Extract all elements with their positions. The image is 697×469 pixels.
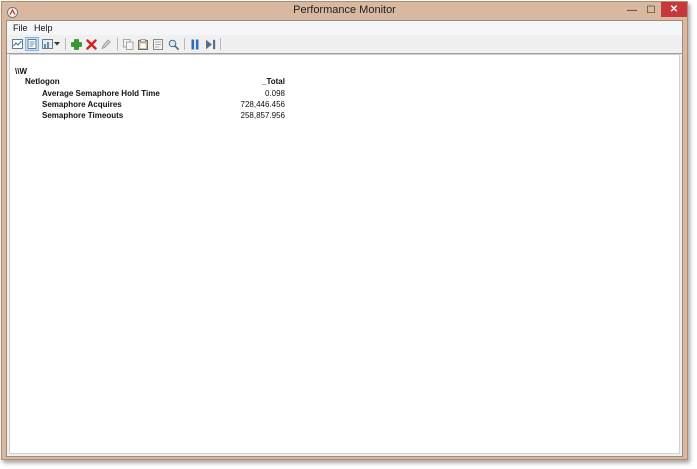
counter-name[interactable]: Semaphore Timeouts (42, 111, 123, 120)
highlight-icon[interactable] (99, 37, 113, 51)
counter-name[interactable]: Semaphore Acquires (42, 100, 122, 109)
client-area: File Help \\W Netlogon _Total Average Se… (6, 20, 683, 457)
report-view: \\W Netlogon _Total Average Semaphore Ho… (9, 54, 680, 454)
copy-properties-icon[interactable] (121, 37, 135, 51)
counter-name[interactable]: Average Semaphore Hold Time (42, 89, 160, 98)
view-graph-icon[interactable] (10, 37, 24, 51)
performance-monitor-window: Performance Monitor — ☐ ✕ File Help \\W … (1, 1, 688, 460)
counter-object-name: Netlogon (25, 77, 60, 86)
maximize-button[interactable]: ☐ (643, 3, 659, 18)
toolbar-separator (220, 38, 221, 50)
toolbar-separator (65, 38, 66, 50)
menu-file[interactable]: File (13, 23, 28, 33)
minimize-button[interactable]: — (624, 3, 640, 18)
paste-counter-list-icon[interactable] (136, 37, 150, 51)
counter-value: 0.098 (264, 89, 285, 98)
zoom-icon[interactable] (166, 37, 180, 51)
counter-value: 258,857.956 (240, 111, 286, 120)
properties-icon[interactable] (151, 37, 165, 51)
menu-help[interactable]: Help (34, 23, 53, 33)
update-data-icon[interactable] (203, 37, 217, 51)
toolbar-separator (117, 38, 118, 50)
delete-counter-icon[interactable] (84, 37, 98, 51)
window-title: Performance Monitor (293, 4, 396, 16)
chevron-down-icon[interactable] (53, 37, 61, 51)
view-report-icon[interactable] (25, 37, 39, 51)
computer-name: \\W (15, 67, 27, 76)
change-graph-type-icon[interactable] (40, 37, 54, 51)
instance-header: _Total (262, 77, 285, 86)
close-button[interactable]: ✕ (661, 2, 687, 17)
toolbar (7, 35, 682, 54)
counter-value: 728,446.456 (240, 100, 286, 109)
menu-bar: File Help (7, 21, 682, 35)
title-bar[interactable]: Performance Monitor — ☐ ✕ (2, 2, 687, 20)
freeze-display-icon[interactable] (188, 37, 202, 51)
toolbar-separator (184, 38, 185, 50)
add-counter-icon[interactable] (69, 37, 83, 51)
